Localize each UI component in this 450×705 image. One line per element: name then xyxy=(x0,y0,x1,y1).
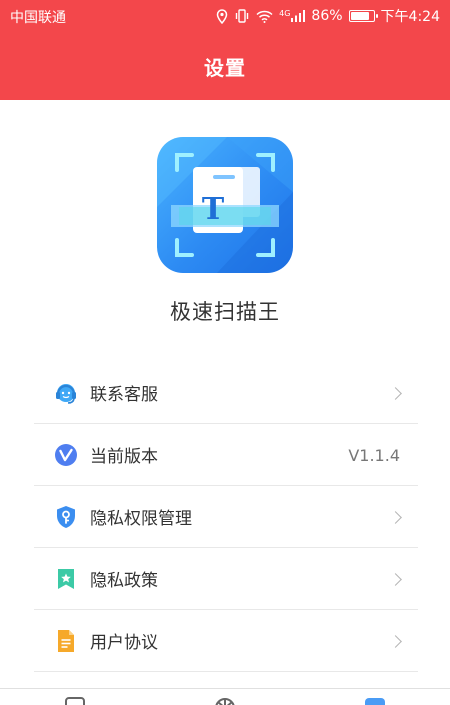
chevron-right-icon xyxy=(389,572,402,586)
scanner-logo-icon: T xyxy=(157,137,293,273)
menu-item-user-agreement[interactable]: 用户协议 xyxy=(34,610,418,672)
nav-settings-icon[interactable] xyxy=(364,697,386,705)
status-bar: 中国联通 4G 86% 下午4:24 xyxy=(0,0,450,32)
vibrate-icon xyxy=(235,9,249,23)
menu-item-privacy-policy[interactable]: 隐私政策 xyxy=(34,548,418,610)
menu-item-right xyxy=(389,548,402,610)
menu-item-label: 联系客服 xyxy=(90,385,158,405)
app-name: 极速扫描王 xyxy=(170,300,280,324)
battery-percent: 86% xyxy=(311,8,343,24)
page-title: 设置 xyxy=(204,56,246,80)
chevron-right-icon xyxy=(389,634,402,648)
version-icon xyxy=(52,441,80,469)
svg-text:T: T xyxy=(202,192,225,227)
carrier-label: 中国联通 xyxy=(10,10,66,26)
battery-fill xyxy=(350,12,369,20)
menu-item-label: 隐私权限管理 xyxy=(90,509,192,529)
status-indicators: 4G 86% 下午4:24 xyxy=(216,6,440,26)
signal-bars-icon xyxy=(291,10,306,22)
shield-key-icon xyxy=(52,503,80,531)
nav-home-icon[interactable] xyxy=(64,697,86,705)
menu-item-right xyxy=(389,610,402,672)
settings-menu: 联系客服 当前版本 V1.1.4 隐私权限管理 隐私政策 用户协议 xyxy=(34,362,418,672)
headset-icon xyxy=(52,379,80,407)
menu-item-current-version[interactable]: 当前版本 V1.1.4 xyxy=(34,424,418,486)
menu-item-right xyxy=(389,486,402,548)
wifi-icon xyxy=(256,10,273,23)
app-logo: T xyxy=(157,137,293,273)
bookmark-star-icon xyxy=(52,565,80,593)
menu-item-label: 隐私政策 xyxy=(90,571,158,591)
chevron-right-icon xyxy=(389,386,402,400)
menu-item-contact-support[interactable]: 联系客服 xyxy=(34,362,418,424)
menu-item-label: 用户协议 xyxy=(90,633,158,653)
menu-item-label: 当前版本 xyxy=(90,447,158,467)
menu-item-right xyxy=(389,362,402,424)
bottom-nav xyxy=(0,688,450,705)
version-value: V1.1.4 xyxy=(348,445,400,465)
document-icon xyxy=(52,627,80,655)
menu-item-privacy-permissions[interactable]: 隐私权限管理 xyxy=(34,486,418,548)
nav-tools-icon[interactable] xyxy=(213,697,237,705)
clock: 下午4:24 xyxy=(380,9,440,25)
location-icon xyxy=(216,8,228,24)
chevron-right-icon xyxy=(389,510,402,524)
cell-signal: 4G xyxy=(279,9,306,22)
network-type-label: 4G xyxy=(279,9,291,18)
battery-icon xyxy=(348,10,378,22)
header-bar: 中国联通 4G 86% 下午4:24 设置 xyxy=(0,0,450,100)
